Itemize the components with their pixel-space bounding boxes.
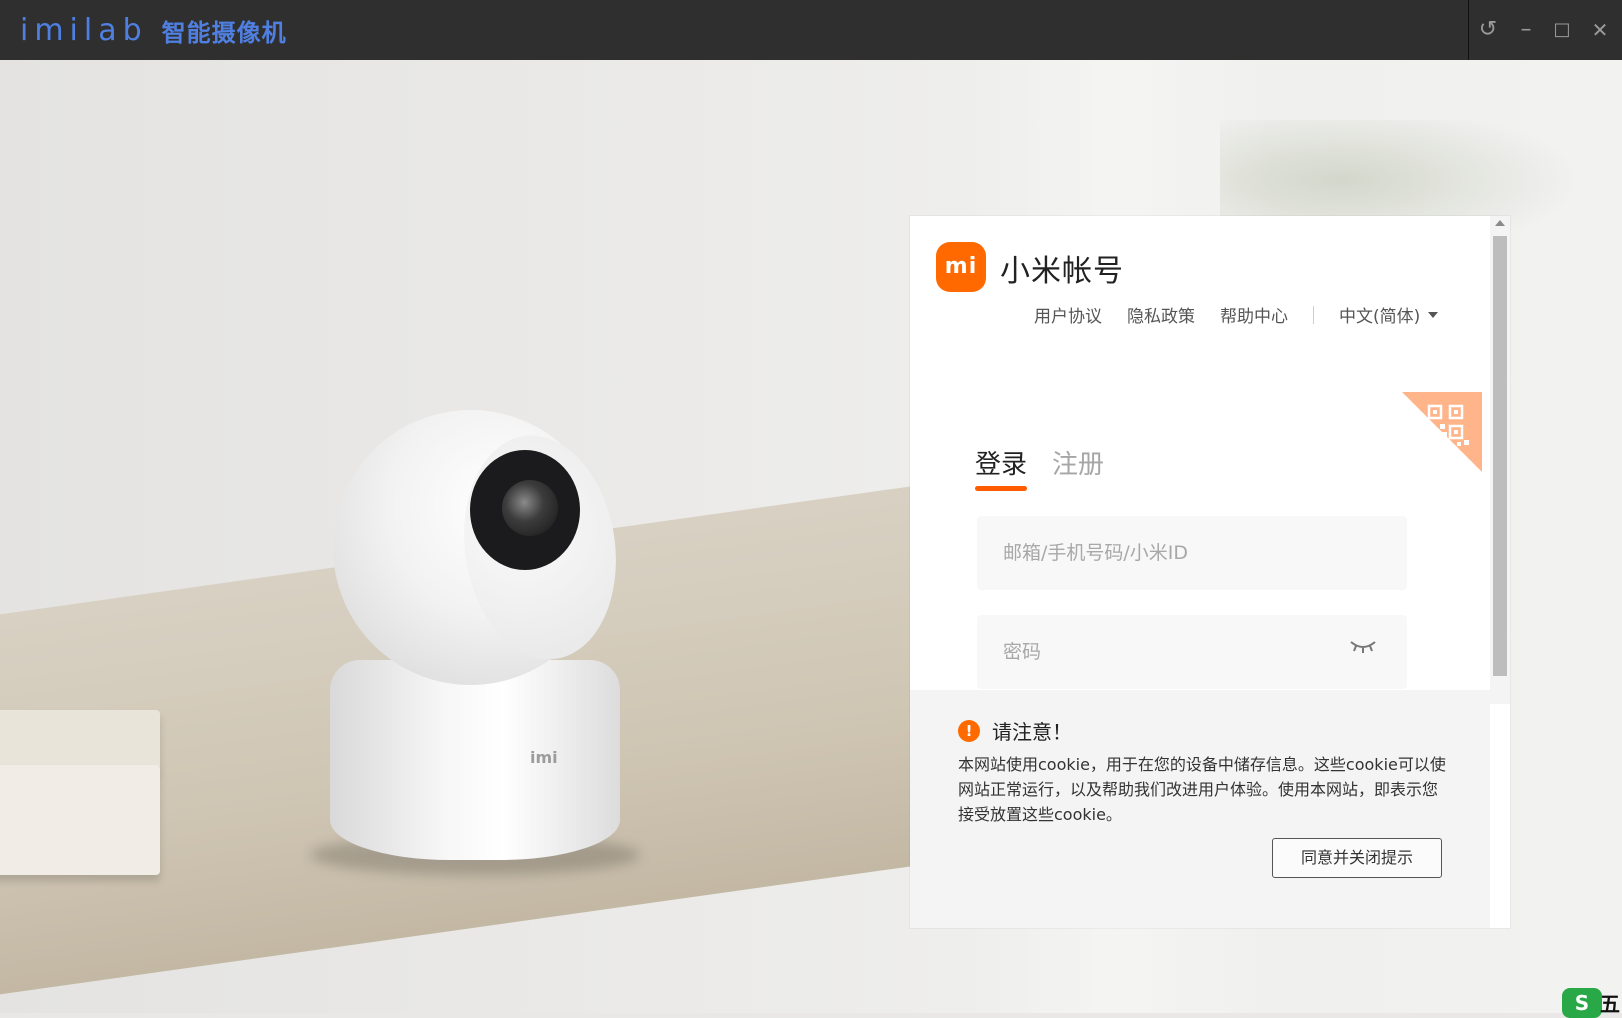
notice-header: ! 请注意！ bbox=[958, 716, 1072, 745]
input-method-icon[interactable]: S bbox=[1562, 988, 1602, 1018]
user-agreement-link[interactable]: 用户协议 bbox=[1034, 302, 1102, 327]
camera-logo: imi bbox=[530, 748, 558, 767]
password-input[interactable] bbox=[977, 615, 1407, 689]
close-icon[interactable]: ✕ bbox=[1586, 16, 1614, 44]
brand: imilab 智能摄像机 bbox=[20, 10, 287, 50]
camera-lens bbox=[502, 480, 558, 536]
login-panel: mi 小米帐号 用户协议 隐私政策 帮助中心 中文(简体) 登录 注册 邮箱/手… bbox=[910, 216, 1510, 928]
maximize-icon[interactable]: □ bbox=[1548, 16, 1576, 44]
app-titlebar: imilab 智能摄像机 ↺ – □ ✕ bbox=[0, 0, 1622, 60]
tab-login[interactable]: 登录 bbox=[975, 444, 1028, 491]
camera-base bbox=[330, 660, 620, 860]
eye-closed-icon[interactable] bbox=[1348, 636, 1378, 656]
scroll-up-arrow[interactable] bbox=[1495, 220, 1505, 226]
login-tabs: 登录 注册 bbox=[975, 444, 1129, 491]
notice-body: 本网站使用cookie，用于在您的设备中储存信息。这些cookie可以使网站正常… bbox=[958, 755, 1446, 824]
account-input[interactable] bbox=[977, 516, 1407, 590]
scroll-thumb[interactable] bbox=[1493, 236, 1507, 676]
tab-register[interactable]: 注册 bbox=[1052, 444, 1104, 491]
help-center-link[interactable]: 帮助中心 bbox=[1220, 302, 1288, 327]
chevron-down-icon bbox=[1428, 311, 1439, 318]
qr-code-icon[interactable] bbox=[1402, 392, 1482, 472]
minimize-icon[interactable]: – bbox=[1512, 16, 1540, 44]
titlebar-divider bbox=[1468, 0, 1469, 60]
book bbox=[0, 765, 160, 875]
privacy-policy-link[interactable]: 隐私政策 bbox=[1127, 302, 1195, 327]
book bbox=[0, 710, 160, 770]
notice-title: 请注意！ bbox=[992, 720, 1072, 744]
imilab-logo: imilab bbox=[20, 12, 148, 48]
account-title: 小米帐号 bbox=[1000, 254, 1124, 289]
language-selector[interactable]: 中文(简体) bbox=[1339, 302, 1439, 327]
agree-close-button[interactable]: 同意并关闭提示 bbox=[1272, 838, 1442, 878]
link-divider bbox=[1313, 305, 1314, 324]
cookie-notice: ! 请注意！ 本网站使用cookie，用于在您的设备中储存信息。这些cookie… bbox=[910, 690, 1490, 928]
app-title: 智能摄像机 bbox=[161, 18, 287, 47]
top-links: 用户协议 隐私政策 帮助中心 中文(简体) bbox=[1034, 302, 1439, 327]
language-label: 中文(简体) bbox=[1339, 307, 1421, 327]
warning-icon: ! bbox=[958, 719, 980, 742]
panel-scrollbar[interactable] bbox=[1490, 216, 1510, 704]
mi-logo: mi bbox=[936, 242, 986, 292]
undo-icon[interactable]: ↺ bbox=[1474, 16, 1502, 44]
